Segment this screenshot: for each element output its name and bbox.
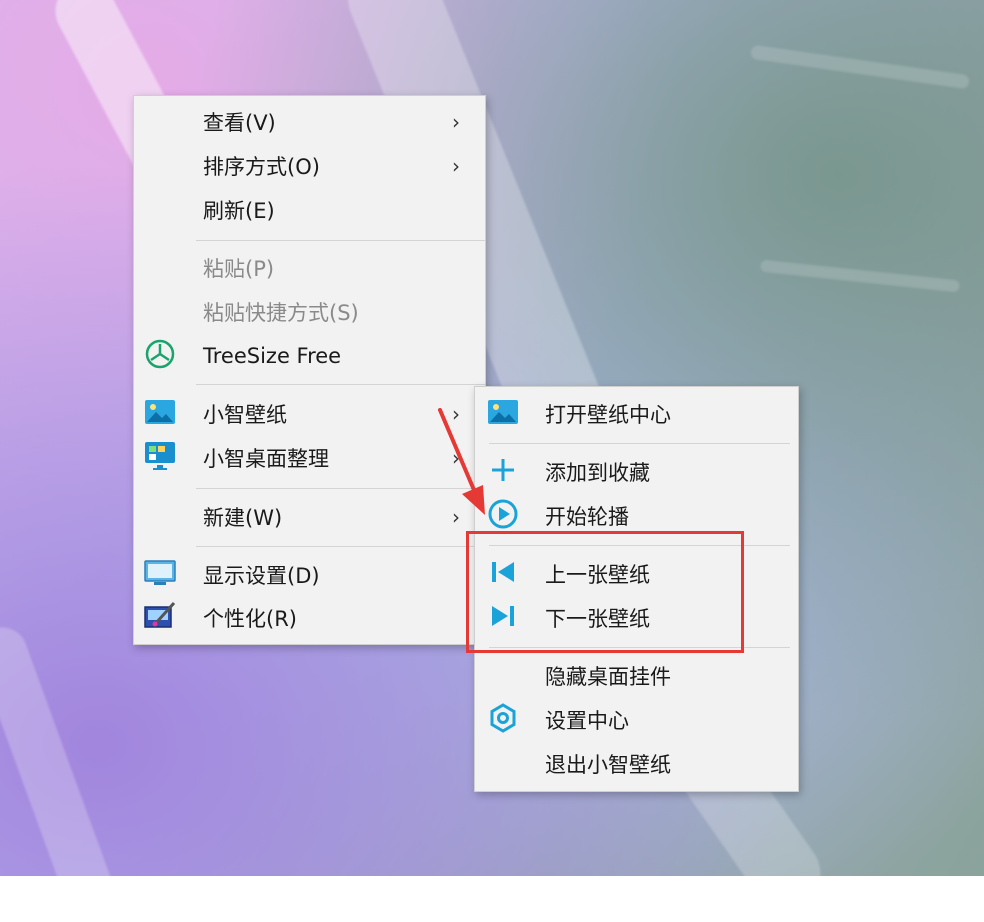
menu-item-label: 添加到收藏 <box>545 461 650 485</box>
menu-item-label: 粘贴快捷方式(S) <box>203 301 359 325</box>
menu-item-display-settings[interactable]: 显示设置(D) <box>134 555 485 595</box>
menu-item-label: TreeSize Free <box>203 344 342 368</box>
menu-item-new[interactable]: 新建(W) › <box>134 497 485 537</box>
separator <box>196 240 485 241</box>
menu-item-refresh[interactable]: 刷新(E) <box>134 190 485 230</box>
menu-item-personalize[interactable]: 个性化(R) <box>134 598 485 638</box>
menu-item-label: 开始轮播 <box>545 505 629 529</box>
menu-item-xiaozhi-desktop-organize[interactable]: 小智桌面整理 › <box>134 438 485 478</box>
separator <box>196 546 485 547</box>
menu-item-paste-shortcut: 粘贴快捷方式(S) <box>134 292 485 332</box>
desktop-context-menu: 查看(V) › 排序方式(O) › 刷新(E) 粘贴(P) 粘贴快捷方式(S) … <box>133 95 486 645</box>
submenu-item-exit[interactable]: 退出小智壁纸 <box>475 744 798 784</box>
chevron-right-icon: › <box>452 110 460 134</box>
submenu-item-start-slideshow[interactable]: 开始轮播 <box>475 496 798 536</box>
menu-item-label: 隐藏桌面挂件 <box>545 665 671 689</box>
desktop-organize-icon <box>144 441 176 475</box>
picture-icon <box>487 399 519 429</box>
menu-item-label: 刷新(E) <box>203 199 275 223</box>
menu-item-label: 个性化(R) <box>203 607 297 631</box>
chevron-right-icon: › <box>452 446 460 470</box>
separator <box>489 443 790 444</box>
menu-item-label: 设置中心 <box>545 709 629 733</box>
menu-item-label: 排序方式(O) <box>203 155 320 179</box>
menu-item-label: 粘贴(P) <box>203 257 275 281</box>
menu-item-label: 新建(W) <box>203 506 283 530</box>
menu-item-label: 退出小智壁纸 <box>545 753 671 777</box>
submenu-item-open-wallpaper-center[interactable]: 打开壁纸中心 <box>475 394 798 434</box>
play-circle-icon <box>487 498 519 534</box>
chevron-right-icon: › <box>452 402 460 426</box>
treesize-icon <box>144 338 176 374</box>
display-icon <box>144 559 176 591</box>
menu-item-view[interactable]: 查看(V) › <box>134 102 485 142</box>
personalize-icon <box>144 601 176 635</box>
separator <box>196 384 485 385</box>
settings-icon <box>487 702 519 738</box>
menu-item-treesize[interactable]: TreeSize Free <box>134 336 485 376</box>
plus-icon <box>489 456 517 488</box>
menu-item-label: 小智壁纸 <box>203 403 287 427</box>
chevron-right-icon: › <box>452 505 460 529</box>
submenu-item-settings-center[interactable]: 设置中心 <box>475 700 798 740</box>
menu-item-label: 显示设置(D) <box>203 564 320 588</box>
wallpaper-picture-icon <box>144 399 176 429</box>
highlight-box <box>466 531 744 653</box>
menu-item-label: 查看(V) <box>203 111 276 135</box>
chevron-right-icon: › <box>452 154 460 178</box>
submenu-item-hide-desktop-widget[interactable]: 隐藏桌面挂件 <box>475 656 798 696</box>
menu-item-sort[interactable]: 排序方式(O) › <box>134 146 485 186</box>
menu-item-label: 小智桌面整理 <box>203 447 329 471</box>
submenu-item-add-to-favorites[interactable]: 添加到收藏 <box>475 452 798 492</box>
menu-item-xiaozhi-wallpaper[interactable]: 小智壁纸 › <box>134 394 485 434</box>
menu-item-paste: 粘贴(P) <box>134 248 485 288</box>
menu-item-label: 打开壁纸中心 <box>545 403 671 427</box>
separator <box>196 488 485 489</box>
